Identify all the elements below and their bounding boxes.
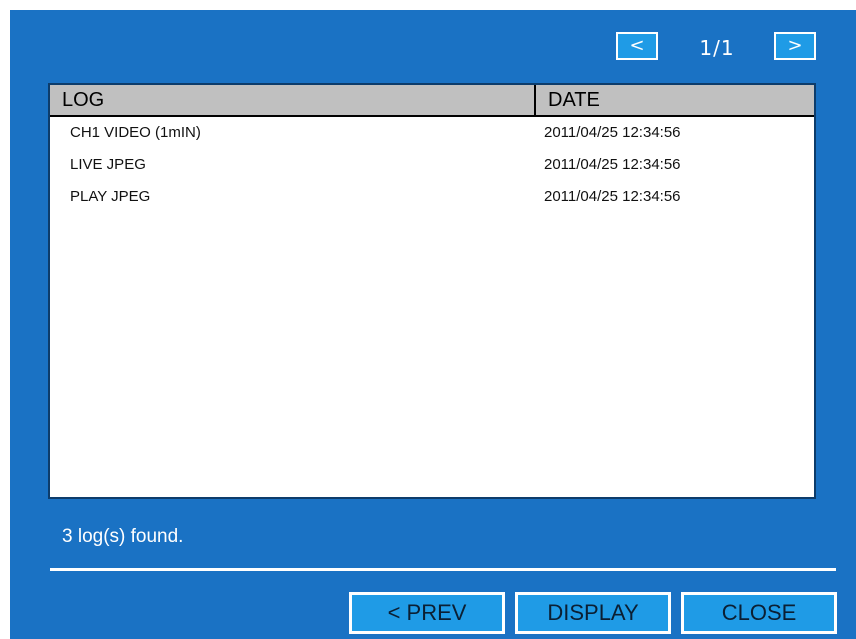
- date-cell: 2011/04/25 12:34:56: [544, 124, 681, 141]
- date-cell: 2011/04/25 12:34:56: [544, 188, 681, 205]
- log-cell: CH1 VIDEO (1mIN): [70, 124, 201, 141]
- log-table: LOG DATE CH1 VIDEO (1mIN) 2011/04/25 12:…: [48, 83, 816, 499]
- date-cell: 2011/04/25 12:34:56: [544, 156, 681, 173]
- next-page-button[interactable]: >: [774, 32, 816, 60]
- close-button[interactable]: CLOSE: [681, 592, 837, 634]
- divider: [50, 568, 836, 571]
- column-header-log[interactable]: LOG: [50, 85, 536, 115]
- log-cell: LIVE JPEG: [70, 156, 146, 173]
- table-row[interactable]: PLAY JPEG 2011/04/25 12:34:56: [50, 183, 814, 215]
- page-navigation: < 1/1 >: [616, 32, 816, 64]
- page-indicator: 1/1: [699, 36, 735, 60]
- log-dialog: < 1/1 > LOG DATE CH1 VIDEO (1mIN) 2011/0…: [10, 10, 856, 639]
- prev-button[interactable]: < PREV: [349, 592, 505, 634]
- table-row[interactable]: CH1 VIDEO (1mIN) 2011/04/25 12:34:56: [50, 119, 814, 151]
- table-body: CH1 VIDEO (1mIN) 2011/04/25 12:34:56 LIV…: [50, 119, 814, 215]
- prev-page-button[interactable]: <: [616, 32, 658, 60]
- results-count: 3 log(s) found.: [62, 526, 184, 547]
- table-header: LOG DATE: [50, 85, 814, 117]
- column-header-date[interactable]: DATE: [536, 85, 814, 115]
- log-cell: PLAY JPEG: [70, 188, 151, 205]
- table-row[interactable]: LIVE JPEG 2011/04/25 12:34:56: [50, 151, 814, 183]
- display-button[interactable]: DISPLAY: [515, 592, 671, 634]
